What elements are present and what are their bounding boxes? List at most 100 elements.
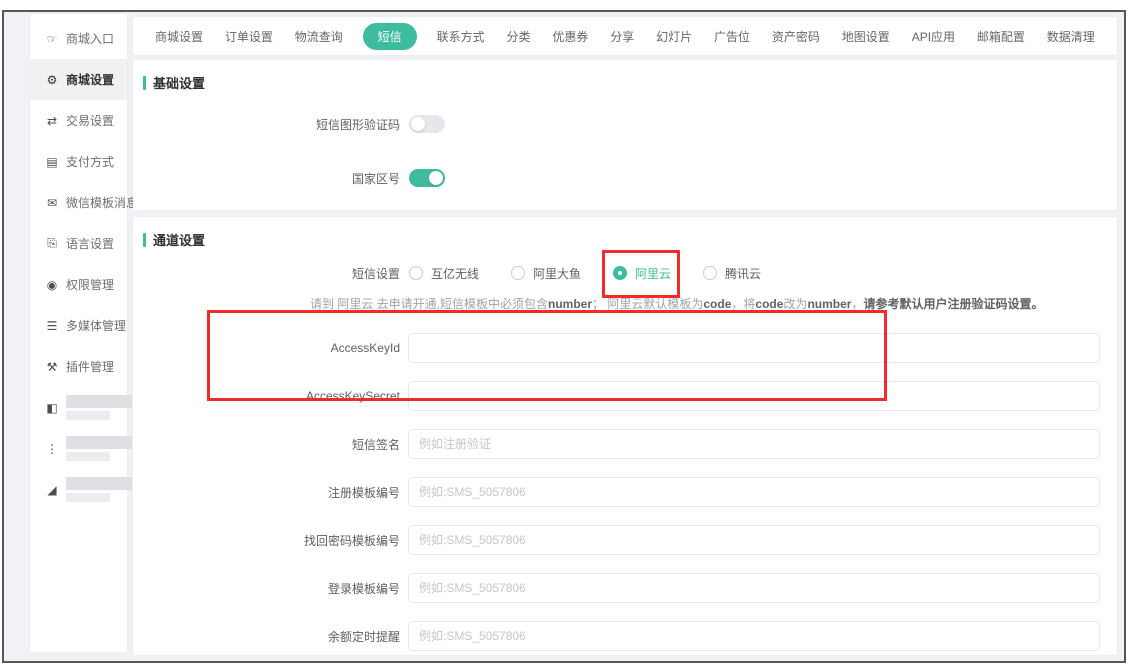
- basic-toggle-rows: 短信图形验证码国家区号: [133, 108, 1117, 194]
- radio-label: 腾讯云: [725, 265, 761, 282]
- help-segment: ，: [851, 297, 863, 311]
- field-label: AccessKeySecret: [133, 389, 400, 403]
- app-window: ☞商城入口⚙商城设置⇄交易设置▤支付方式✉微信模板消息⎘语言设置◉权限管理☰多媒…: [0, 0, 1127, 664]
- register-template-input[interactable]: [408, 477, 1100, 507]
- tab-物流查询[interactable]: 物流查询: [293, 24, 345, 49]
- sidebar-item-label: 交易设置: [66, 112, 114, 129]
- sms-captcha-toggle[interactable]: [409, 115, 445, 133]
- sms-signature-input[interactable]: [408, 429, 1100, 459]
- tab-订单设置[interactable]: 订单设置: [223, 24, 275, 49]
- language-book-icon: ⎘: [45, 236, 59, 251]
- sidebar-item-label: 微信模板消息: [66, 194, 138, 211]
- section-accent-bar: [143, 233, 146, 247]
- help-segment: 请到 阿里云 去申请开通,短信模板中必须包含: [310, 297, 548, 311]
- sidebar-item-5[interactable]: ⎘ 语言设置: [30, 223, 127, 264]
- sidebar-item-label: 支付方式: [66, 153, 114, 170]
- settings-tabbar: 商城设置订单设置物流查询短信联系方式分类优惠券分享幻灯片广告位资产密码地图设置 A…: [133, 17, 1117, 55]
- redacted-label-block: [66, 477, 132, 502]
- help-segment: number: [807, 297, 851, 311]
- radio-aliyun[interactable]: 阿里云: [613, 265, 671, 282]
- sidebar: ☞ 商城入口 ⚙商城设置⇄交易设置 ▤ 支付方式 ✉微信模板消息 ⎘ 语言设置 ◉ 权限管理 ☰多媒…: [30, 14, 127, 652]
- register-template-input-row: 注册模板编号: [133, 477, 1117, 507]
- help-segment: ，将: [731, 297, 755, 311]
- field-label: 找回密码模板编号: [133, 532, 400, 549]
- tab-优惠券[interactable]: 优惠券: [550, 24, 590, 49]
- toggle-label: 短信图形验证码: [133, 116, 400, 133]
- sidebar-item-label: 权限管理: [66, 276, 114, 293]
- sidebar-item-0[interactable]: ☞ 商城入口: [30, 18, 127, 59]
- tab-地图设置[interactable]: 地图设置: [840, 24, 892, 49]
- radio-label: 阿里大鱼: [533, 265, 581, 282]
- sms-provider-radio-group: 互亿无线 阿里大鱼 阿里云 腾讯云: [409, 265, 761, 282]
- radio-tencent-cloud[interactable]: 腾讯云: [703, 265, 761, 282]
- tab-邮箱配置[interactable]: 邮箱配置: [975, 24, 1027, 49]
- login-template-input[interactable]: [408, 573, 1100, 603]
- sidebar-item-label: 插件管理: [66, 358, 114, 375]
- aliyun-help-text: 请到 阿里云 去申请开通,短信模板中必须包含number； 阿里云默认模板为co…: [310, 295, 1117, 311]
- redacted-icon: ◧: [45, 401, 59, 415]
- sidebar-item-1[interactable]: ⚙商城设置: [30, 59, 127, 100]
- accesskeysecret-input[interactable]: [408, 381, 1100, 411]
- sidebar-item-redacted[interactable]: ◢: [30, 469, 127, 510]
- message-bubbles-icon: ✉: [45, 196, 59, 210]
- sidebar-item-7[interactable]: ☰多媒体管理: [30, 305, 127, 346]
- redacted-bar: [66, 477, 132, 490]
- sidebar-item-8[interactable]: ⚒ 插件管理: [30, 346, 127, 387]
- sidebar-item-6[interactable]: ◉ 权限管理: [30, 264, 127, 305]
- accesskeyid-input[interactable]: [408, 333, 1100, 363]
- tab-资产密码[interactable]: 资产密码: [770, 24, 822, 49]
- radio-dot: [613, 266, 627, 280]
- country-code-toggle-row: 国家区号: [133, 162, 1117, 194]
- sidebar-item-redacted[interactable]: ⋮: [30, 428, 127, 469]
- help-segment: ； 阿里云默认模板为: [592, 297, 703, 311]
- sms-provider-row: 短信设置 互亿无线 阿里大鱼 阿里云 腾讯云: [133, 263, 1117, 283]
- toggle-label: 国家区号: [133, 170, 400, 187]
- section-title-basic: 基础设置: [153, 73, 205, 92]
- plugin-icon: ⚒: [45, 360, 59, 374]
- credit-card-icon: ▤: [45, 155, 59, 169]
- tab-短信[interactable]: 短信: [363, 23, 417, 50]
- sidebar-item-label: 多媒体管理: [66, 317, 126, 334]
- help-segment: number: [548, 297, 592, 311]
- redacted-label-block: [66, 436, 132, 461]
- help-segment: 改为: [783, 297, 807, 311]
- tab-商城设置[interactable]: 商城设置: [153, 24, 205, 49]
- radio-dot: [409, 266, 423, 280]
- tab-联系方式[interactable]: 联系方式: [435, 24, 487, 49]
- accesskeyid-input-row: AccessKeyId: [133, 333, 1117, 363]
- sidebar-item-label: 语言设置: [66, 235, 114, 252]
- balance-reminder-input-row: 余额定时提醒: [133, 621, 1117, 651]
- radio-label: 阿里云: [635, 265, 671, 282]
- sms-signature-input-row: 短信签名: [133, 429, 1117, 459]
- tab-分类[interactable]: 分类: [504, 24, 532, 49]
- tab-API应用[interactable]: API应用: [910, 24, 957, 49]
- section-header-channel: 通道设置: [143, 230, 1117, 249]
- sidebar-item-3[interactable]: ▤ 支付方式: [30, 141, 127, 182]
- sidebar-item-label: 商城入口: [66, 30, 114, 47]
- radio-huyi-wireless[interactable]: 互亿无线: [409, 265, 479, 282]
- recover-password-template-input[interactable]: [408, 525, 1100, 555]
- toggle-knob: [429, 171, 443, 185]
- tab-分享[interactable]: 分享: [608, 24, 636, 49]
- entrance-hand-icon: ☞: [45, 32, 59, 46]
- sidebar-item-4[interactable]: ✉微信模板消息: [30, 182, 127, 223]
- sidebar-item-2[interactable]: ⇄交易设置: [30, 100, 127, 141]
- section-header-basic: 基础设置: [143, 73, 1117, 92]
- country-code-toggle[interactable]: [409, 169, 445, 187]
- radio-ali-dayu[interactable]: 阿里大鱼: [511, 265, 581, 282]
- sms-provider-label: 短信设置: [133, 265, 400, 282]
- radio-label: 互亿无线: [431, 265, 479, 282]
- login-template-input-row: 登录模板编号: [133, 573, 1117, 603]
- radio-dot: [511, 266, 525, 280]
- eye-permission-icon: ◉: [45, 278, 59, 292]
- balance-reminder-input[interactable]: [408, 621, 1100, 651]
- section-accent-bar: [143, 76, 146, 90]
- redacted-icon: ◢: [45, 483, 59, 497]
- tab-广告位[interactable]: 广告位: [712, 24, 752, 49]
- sidebar-item-redacted[interactable]: ◧: [30, 387, 127, 428]
- gear-icon: ⚙: [45, 73, 59, 87]
- redacted-bar: [66, 493, 110, 502]
- tab-数据清理[interactable]: 数据清理: [1045, 24, 1097, 49]
- redacted-bar: [66, 452, 110, 461]
- tab-幻灯片[interactable]: 幻灯片: [654, 24, 694, 49]
